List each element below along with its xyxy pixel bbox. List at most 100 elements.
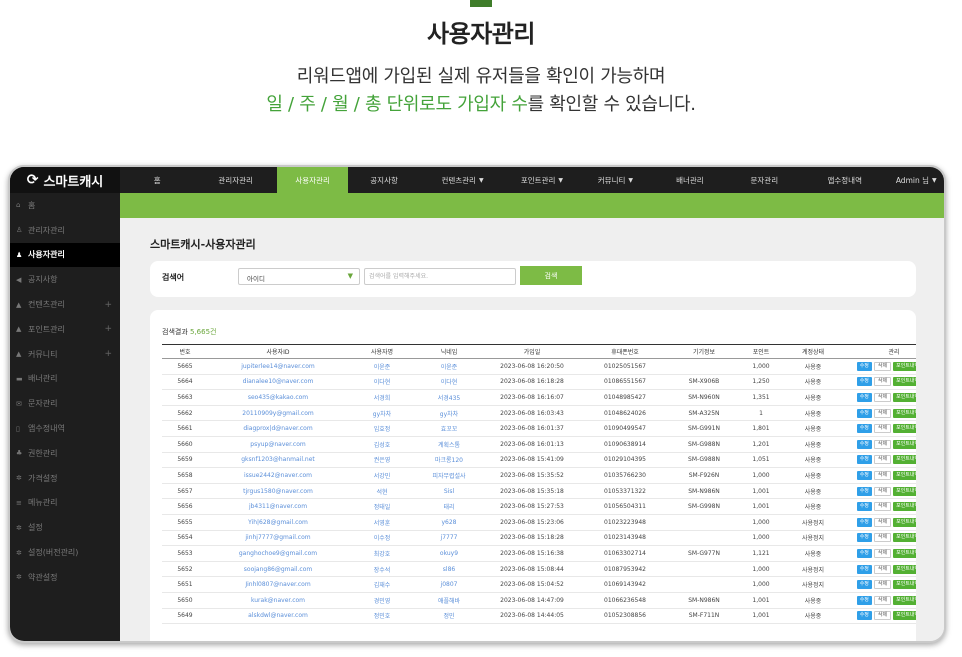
edit-button[interactable]: 수정 <box>856 517 872 527</box>
sidebar-item[interactable]: ♣ 권한관리 <box>10 441 120 466</box>
point-history-button[interactable]: 포인트내역보기 <box>893 392 916 402</box>
sidebar-item[interactable]: ▬ 배너관리 <box>10 367 120 392</box>
edit-button[interactable]: 수정 <box>856 611 872 621</box>
delete-button[interactable]: 삭제 <box>873 439 892 449</box>
edit-button[interactable]: 수정 <box>856 455 872 465</box>
table-cell[interactable]: ganghochoe9@gmail.com <box>208 545 348 562</box>
point-history-button[interactable]: 포인트내역보기 <box>893 580 916 590</box>
sidebar-item[interactable]: ▯ 앱수정내역 <box>10 416 120 441</box>
edit-button[interactable]: 수정 <box>856 408 872 418</box>
point-history-button[interactable]: 포인트내역보기 <box>893 377 916 387</box>
topnav-item[interactable]: 배너관리 <box>652 167 727 193</box>
point-history-button[interactable]: 포인트내역보기 <box>893 564 916 574</box>
edit-button[interactable]: 수정 <box>856 439 872 449</box>
table-cell[interactable]: kurak@naver.com <box>208 592 348 609</box>
search-input[interactable] <box>364 268 516 285</box>
point-history-button[interactable]: 포인트내역보기 <box>893 408 916 418</box>
table-cell[interactable]: jb4311@naver.com <box>208 498 348 515</box>
edit-button[interactable]: 수정 <box>856 361 872 371</box>
table-cell[interactable]: dianalee10@naver.com <box>208 374 348 391</box>
search-button[interactable]: 검색 <box>520 266 582 285</box>
sidebar-item[interactable]: ✲ 설정(버전관리) <box>10 540 120 565</box>
edit-button[interactable]: 수정 <box>856 595 872 605</box>
delete-button[interactable]: 삭제 <box>873 580 892 590</box>
topnav-item[interactable]: 포인트관리 ▼ <box>505 167 578 193</box>
edit-button[interactable]: 수정 <box>856 533 872 543</box>
topnav-item[interactable]: 컨텐츠관리 ▼ <box>420 167 505 193</box>
table-cell[interactable]: 20110909y@gmail.com <box>208 405 348 422</box>
topnav-item[interactable]: 문자관리 <box>728 167 801 193</box>
edit-button[interactable]: 수정 <box>856 548 872 558</box>
topnav-item[interactable]: Admin 님 ▼ <box>888 167 944 193</box>
table-cell[interactable]: diagprox|d@naver.com <box>208 420 348 437</box>
delete-button[interactable]: 삭제 <box>873 486 892 496</box>
edit-button[interactable]: 수정 <box>856 486 872 496</box>
topnav-item[interactable]: 커뮤니티 ▼ <box>579 167 652 193</box>
topnav-item[interactable]: 앱수정내역 <box>801 167 888 193</box>
sidebar-item[interactable]: ≡ 메뉴관리 <box>10 491 120 516</box>
delete-button[interactable]: 삭제 <box>873 595 892 605</box>
point-history-button[interactable]: 포인트내역보기 <box>893 470 916 480</box>
edit-button[interactable]: 수정 <box>856 392 872 402</box>
table-cell[interactable]: soojang86@gmail.com <box>208 561 348 578</box>
table-cell[interactable]: seo435@kakao.com <box>208 389 348 406</box>
sidebar-item-label: 메뉴관리 <box>28 498 58 508</box>
sidebar-item[interactable]: ◀ 공지사항 <box>10 267 120 292</box>
search-field-select[interactable]: 아이디 ▼ <box>238 268 360 285</box>
sidebar-item[interactable]: ✉ 문자관리 <box>10 391 120 416</box>
table-cell[interactable]: Yih|628@gmail.com <box>208 514 348 531</box>
delete-button[interactable]: 삭제 <box>873 611 892 621</box>
topnav-item[interactable]: 홈 <box>120 167 194 193</box>
delete-button[interactable]: 삭제 <box>873 424 892 434</box>
table-cell[interactable]: gksnf1203@hanmail.net <box>208 452 348 469</box>
delete-button[interactable]: 삭제 <box>873 377 892 387</box>
point-history-button[interactable]: 포인트내역보기 <box>893 361 916 371</box>
sidebar-item[interactable]: ⌂ 홈 <box>10 193 120 218</box>
point-history-button[interactable]: 포인트내역보기 <box>893 486 916 496</box>
table-cell[interactable]: issue2442@naver.com <box>208 467 348 484</box>
point-history-button[interactable]: 포인트내역보기 <box>893 548 916 558</box>
point-history-button[interactable]: 포인트내역보기 <box>893 439 916 449</box>
delete-button[interactable]: 삭제 <box>873 455 892 465</box>
sidebar-item[interactable]: ✲ 설정 <box>10 515 120 540</box>
delete-button[interactable]: 삭제 <box>873 470 892 480</box>
delete-button[interactable]: 삭제 <box>873 548 892 558</box>
topnav-item[interactable]: 공지사항 <box>348 167 419 193</box>
delete-button[interactable]: 삭제 <box>873 392 892 402</box>
edit-button[interactable]: 수정 <box>856 424 872 434</box>
table-cell[interactable]: alskdwl@naver.com <box>208 608 348 625</box>
sidebar-item[interactable]: ✲ 가격설정 <box>10 466 120 491</box>
edit-button[interactable]: 수정 <box>856 470 872 480</box>
point-history-button[interactable]: 포인트내역보기 <box>893 595 916 605</box>
topnav-item[interactable]: 관리자관리 <box>194 167 276 193</box>
table-cell[interactable]: jupiterlee14@naver.com <box>208 358 348 375</box>
edit-button[interactable]: 수정 <box>856 564 872 574</box>
point-history-button[interactable]: 포인트내역보기 <box>893 533 916 543</box>
point-history-button[interactable]: 포인트내역보기 <box>893 502 916 512</box>
edit-button[interactable]: 수정 <box>856 580 872 590</box>
sidebar-item[interactable]: ♟ 사용자관리 <box>10 242 120 268</box>
delete-button[interactable]: 삭제 <box>873 361 892 371</box>
table-cell[interactable]: jinhj7777@gmail.com <box>208 530 348 547</box>
edit-button[interactable]: 수정 <box>856 377 872 387</box>
sidebar-item[interactable]: ▲ 포인트관리 + <box>10 317 120 342</box>
table-cell[interactable]: Jinhl0807@naver.com <box>208 576 348 593</box>
table-cell[interactable]: psyup@naver.com <box>208 436 348 453</box>
sidebar-item[interactable]: ✲ 약관설정 <box>10 565 120 590</box>
delete-button[interactable]: 삭제 <box>873 564 892 574</box>
app-logo[interactable]: ⟳ 스마트캐시 <box>10 167 120 193</box>
point-history-button[interactable]: 포인트내역보기 <box>893 455 916 465</box>
table-cell[interactable]: tjrgus1580@naver.com <box>208 483 348 500</box>
sidebar-item[interactable]: ♙ 관리자관리 <box>10 218 120 243</box>
sidebar-item[interactable]: ▲ 컨텐츠관리 + <box>10 292 120 317</box>
delete-button[interactable]: 삭제 <box>873 533 892 543</box>
point-history-button[interactable]: 포인트내역보기 <box>893 611 916 621</box>
sidebar-item[interactable]: ▲ 커뮤니티 + <box>10 342 120 367</box>
edit-button[interactable]: 수정 <box>856 502 872 512</box>
delete-button[interactable]: 삭제 <box>873 502 892 512</box>
topnav-item[interactable]: 사용자관리 <box>276 167 349 193</box>
delete-button[interactable]: 삭제 <box>873 517 892 527</box>
point-history-button[interactable]: 포인트내역보기 <box>893 424 916 434</box>
point-history-button[interactable]: 포인트내역보기 <box>893 517 916 527</box>
delete-button[interactable]: 삭제 <box>873 408 892 418</box>
